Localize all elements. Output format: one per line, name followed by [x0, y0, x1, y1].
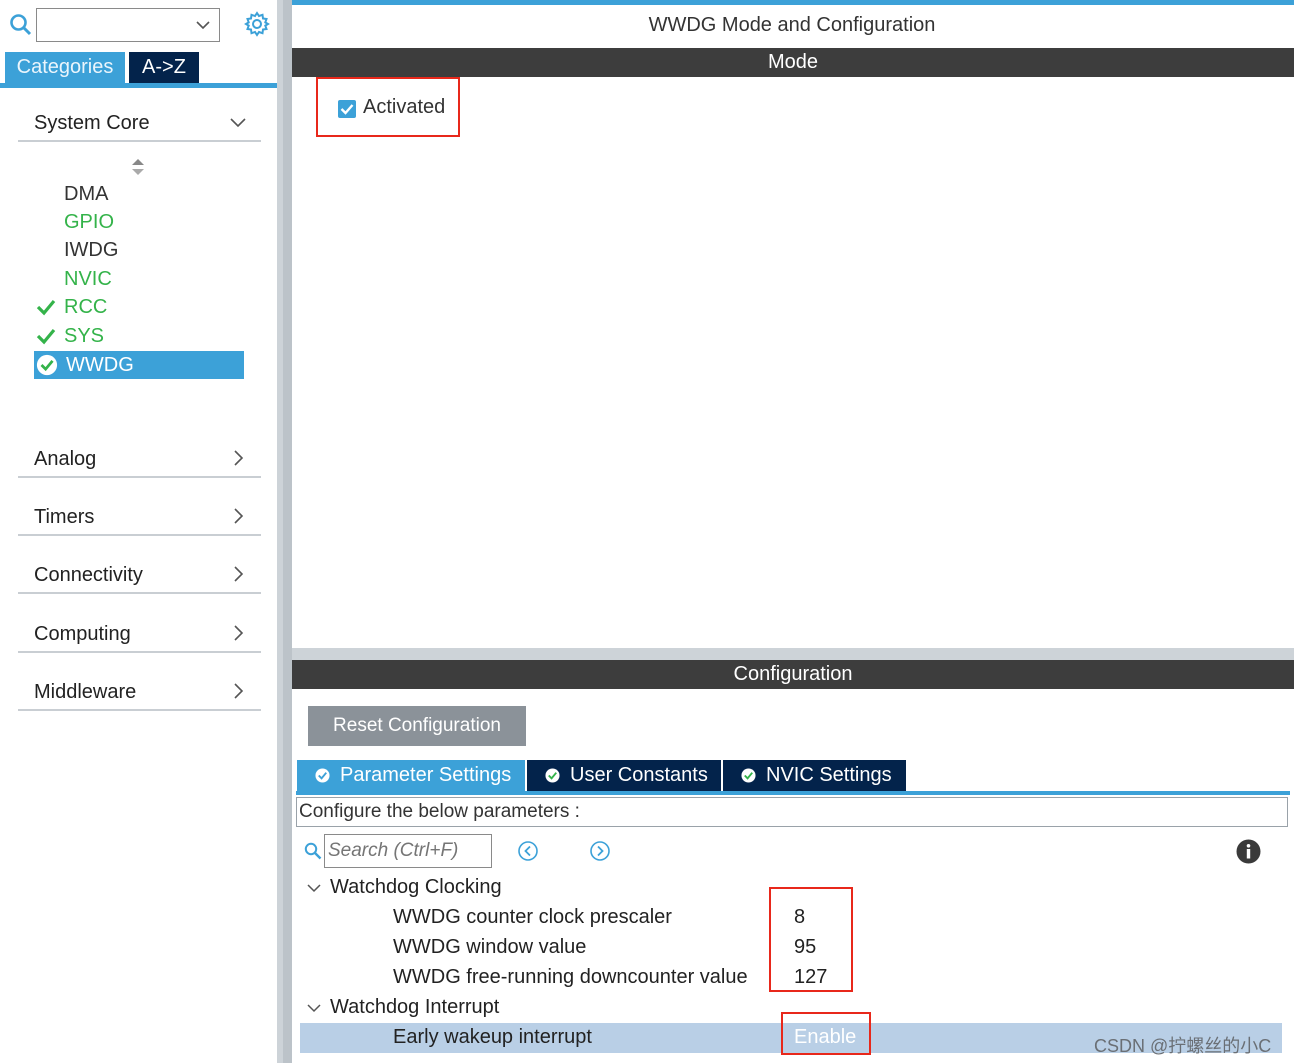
chevron-right-icon[interactable] — [229, 449, 247, 467]
peripheral-sys[interactable]: SYS — [34, 322, 244, 350]
peripheral-label: SYS — [64, 325, 105, 347]
param-name: Early wakeup interrupt — [393, 1026, 592, 1048]
peripheral-search-combo[interactable] — [36, 8, 220, 42]
peripheral-nvic[interactable]: NVIC — [34, 265, 244, 293]
mode-header: Mode — [292, 48, 1294, 77]
group-title: Watchdog Interrupt — [330, 996, 500, 1018]
category-computing[interactable]: Computing — [18, 615, 261, 653]
group-title: Watchdog Clocking — [330, 876, 502, 898]
tab-a-z[interactable]: A->Z — [129, 52, 199, 83]
category-label: Analog — [34, 448, 97, 470]
check-circle-icon — [36, 354, 58, 376]
tab-user-constants[interactable]: User Constants — [527, 760, 721, 791]
peripheral-label: WWDG — [66, 354, 134, 376]
category-label: System Core — [34, 112, 150, 134]
category-middleware[interactable]: Middleware — [18, 673, 261, 711]
mode-config-splitter[interactable] — [292, 648, 1294, 660]
chevron-down-icon[interactable] — [195, 17, 211, 33]
watermark: CSDN @拧螺丝的小C — [1094, 1036, 1272, 1056]
chevron-down-icon[interactable] — [229, 113, 247, 131]
category-timers[interactable]: Timers — [18, 498, 261, 536]
chevron-right-icon[interactable] — [229, 624, 247, 642]
chevron-right-icon[interactable] — [229, 507, 247, 525]
configuration-header: Configuration — [292, 660, 1294, 689]
tab-underline — [296, 791, 1290, 795]
left-panel: Categories A->Z System Core DMA GPIO IWD… — [0, 0, 280, 1063]
chevron-down-icon[interactable] — [306, 880, 322, 896]
peripheral-wwdg[interactable]: WWDG — [34, 351, 244, 379]
category-label: Connectivity — [34, 564, 143, 586]
checkmark-icon — [36, 299, 56, 316]
next-result-icon[interactable] — [589, 840, 611, 862]
highlight-box-activated — [316, 77, 460, 137]
tab-label: User Constants — [570, 764, 708, 786]
highlight-box-enable — [781, 1012, 871, 1055]
peripheral-label: DMA — [64, 183, 109, 205]
reset-configuration-button[interactable]: Reset Configuration — [308, 706, 526, 746]
chevron-right-icon[interactable] — [229, 682, 247, 700]
info-icon[interactable] — [1236, 839, 1261, 864]
panel-divider-inner — [283, 0, 292, 1063]
category-connectivity[interactable]: Connectivity — [18, 556, 261, 594]
right-panel: WWDG Mode and Configuration Mode Activat… — [292, 0, 1294, 1063]
check-circle-icon — [545, 768, 560, 783]
tab-label: NVIC Settings — [766, 764, 892, 786]
tab-categories[interactable]: Categories — [5, 52, 125, 83]
check-circle-icon — [741, 768, 756, 783]
parameter-search-input-wrap — [324, 834, 492, 868]
checkmark-icon — [36, 328, 56, 345]
gear-icon[interactable] — [244, 11, 270, 37]
peripheral-label: GPIO — [64, 211, 115, 233]
tab-parameter-settings[interactable]: Parameter Settings — [297, 760, 525, 791]
peripheral-gpio[interactable]: GPIO — [34, 208, 244, 236]
param-name: WWDG window value — [393, 936, 587, 958]
highlight-box-values — [769, 887, 853, 992]
chevron-right-icon[interactable] — [229, 565, 247, 583]
peripheral-rcc[interactable]: RCC — [34, 293, 244, 321]
peripheral-label: RCC — [64, 296, 108, 318]
peripheral-iwdg[interactable]: IWDG — [34, 236, 244, 264]
param-name: WWDG free-running downcounter value — [393, 966, 748, 988]
peripheral-dma[interactable]: DMA — [34, 180, 244, 208]
category-analog[interactable]: Analog — [18, 440, 261, 478]
category-system-core[interactable]: System Core — [18, 104, 261, 142]
page-title: WWDG Mode and Configuration — [648, 14, 936, 36]
tab-underline — [0, 83, 280, 88]
chevron-down-icon[interactable] — [306, 1000, 322, 1016]
peripheral-label: IWDG — [64, 239, 119, 261]
tab-label: Parameter Settings — [340, 764, 512, 786]
parameter-search-input[interactable] — [325, 835, 491, 867]
peripheral-label: NVIC — [64, 268, 112, 290]
search-icon[interactable] — [9, 13, 33, 37]
search-icon[interactable] — [304, 842, 322, 860]
top-accent-line — [292, 0, 1294, 5]
previous-result-icon[interactable] — [517, 840, 539, 862]
category-label: Timers — [34, 506, 95, 528]
param-name: WWDG counter clock prescaler — [393, 906, 672, 928]
check-circle-icon — [315, 768, 330, 783]
configure-instructions: Configure the below parameters : — [296, 797, 1288, 827]
category-label: Middleware — [34, 681, 137, 703]
category-label: Computing — [34, 623, 131, 645]
tab-nvic-settings[interactable]: NVIC Settings — [723, 760, 906, 791]
sort-icon[interactable] — [131, 158, 145, 176]
